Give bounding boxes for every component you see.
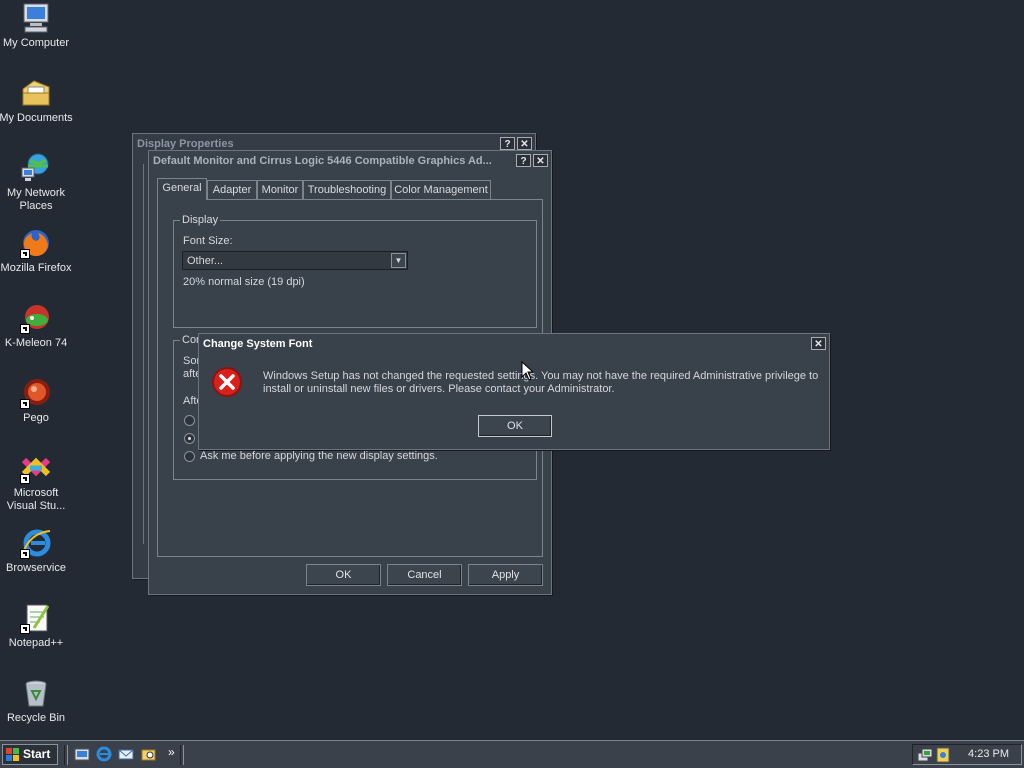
tab-troubleshooting[interactable]: Troubleshooting [303, 180, 391, 199]
radio-apply-without-restart[interactable] [184, 433, 195, 444]
font-size-value: Other... [187, 255, 224, 267]
error-icon [211, 366, 243, 398]
quicklaunch-desktop[interactable] [74, 746, 90, 762]
radio-ask-me-label: Ask me before applying the new display s… [200, 450, 438, 462]
mail-icon [118, 749, 134, 765]
tab-strip: General Adapter Monitor Troubleshooting … [157, 178, 547, 200]
mouse-cursor-icon [521, 360, 535, 381]
radio-ask-me[interactable] [184, 451, 195, 462]
radio-restart[interactable] [184, 415, 195, 426]
desktop-icon-recycle-bin[interactable]: Recycle Bin [0, 677, 74, 725]
desktop-icon-my-documents[interactable]: My Documents [0, 77, 74, 125]
computer-icon [20, 2, 52, 34]
display-group: Display Font Size: Other... ▼ 20% normal… [173, 214, 537, 328]
desktop-icon-label: My Documents [0, 112, 73, 124]
ok-button[interactable]: OK [306, 564, 381, 586]
desktop-icon-visual-studio[interactable]: Microsoft Visual Stu... [0, 452, 74, 513]
desktop-icon-pego[interactable]: Pego [0, 377, 74, 425]
desktop-icon-label: My Computer [2, 37, 70, 49]
apply-button[interactable]: Apply [468, 564, 543, 586]
display-group-title: Display [180, 214, 221, 226]
desktop-icon-k-meleon[interactable]: K-Meleon 74 [0, 302, 74, 350]
pego-icon [20, 377, 52, 409]
help-button[interactable]: ? [500, 137, 515, 150]
window-title: Change System Font [203, 338, 313, 350]
desktop-icon-browservice[interactable]: Browservice [0, 527, 74, 575]
start-button[interactable]: Start [2, 744, 58, 765]
search-folder-icon [141, 749, 157, 765]
visual-studio-icon [20, 452, 52, 484]
close-button[interactable]: ✕ [517, 137, 532, 150]
desktop-icon-label: Recycle Bin [6, 712, 66, 724]
window-title: Display Properties [137, 138, 234, 150]
error-message-line2: install or uninstall new files or driver… [263, 383, 615, 395]
font-size-label: Font Size: [183, 235, 233, 247]
monitor-dialog-titlebar[interactable]: Default Monitor and Cirrus Logic 5446 Co… [151, 153, 549, 171]
desktop-icon-my-network-places[interactable]: My Network Places [0, 152, 74, 213]
folder-icon [20, 77, 52, 109]
kmeleon-icon [20, 302, 52, 334]
desktop-icon-label: Mozilla Firefox [0, 262, 72, 274]
firefox-icon [20, 227, 52, 259]
ie-icon [96, 746, 112, 765]
close-icon: ✕ [536, 156, 545, 167]
window-title: Default Monitor and Cirrus Logic 5446 Co… [153, 155, 492, 167]
tab-general[interactable]: General [157, 178, 207, 200]
windows-logo-icon [6, 748, 19, 761]
desktop-icon-label: My Network Places [6, 187, 66, 212]
notepad-icon [20, 602, 52, 634]
ie-icon [20, 527, 52, 559]
quicklaunch-outlook[interactable] [118, 746, 134, 762]
taskbar: Start » 4:23 PM [0, 740, 1024, 768]
quicklaunch-ie[interactable] [96, 746, 112, 762]
desktop-icon-label: Notepad++ [8, 637, 64, 649]
question-icon: ? [504, 139, 511, 150]
dropdown-button[interactable]: ▼ [391, 253, 406, 268]
close-icon: ✕ [520, 139, 529, 150]
system-tray: 4:23 PM [912, 744, 1022, 765]
question-icon: ? [520, 156, 527, 167]
taskbar-separator [180, 745, 184, 765]
change-system-font-dialog[interactable]: Change System Font ✕ Windows Setup has n… [198, 333, 830, 450]
chevron-down-icon: ▼ [394, 256, 403, 265]
error-ok-button[interactable]: OK [478, 415, 552, 437]
recycle-bin-icon [20, 677, 52, 709]
network-icon [20, 152, 52, 184]
tray-security-icon[interactable] [935, 747, 951, 763]
desktop-icon-my-computer[interactable]: My Computer [0, 2, 74, 50]
tab-color-management[interactable]: Color Management [391, 180, 491, 199]
desktop-icon-label: Pego [23, 412, 49, 424]
desktop-icon-notepad-plus-plus[interactable]: Notepad++ [0, 602, 74, 650]
close-button[interactable]: ✕ [533, 154, 548, 167]
taskbar-separator [64, 745, 68, 765]
font-size-dropdown[interactable]: Other... ▼ [182, 251, 408, 270]
quicklaunch-overflow-icon[interactable]: » [168, 745, 175, 759]
clock[interactable]: 4:23 PM [968, 748, 1009, 760]
desktop-icon-label: Browservice [6, 562, 66, 574]
tray-network-icon[interactable] [917, 747, 933, 763]
desktop-icon-label: Microsoft Visual Stu... [6, 487, 66, 512]
help-button[interactable]: ? [516, 154, 531, 167]
error-dialog-titlebar[interactable]: Change System Font ✕ [201, 336, 827, 354]
tab-adapter[interactable]: Adapter [207, 180, 257, 199]
tab-monitor[interactable]: Monitor [257, 180, 303, 199]
close-icon: ✕ [814, 339, 823, 350]
show-desktop-icon [74, 748, 90, 765]
error-message-line1: Windows Setup has not changed the reques… [263, 370, 819, 382]
quicklaunch-explorer[interactable] [141, 746, 157, 762]
start-label: Start [23, 747, 51, 761]
font-size-note: 20% normal size (19 dpi) [183, 276, 305, 288]
desktop-icon-mozilla-firefox[interactable]: Mozilla Firefox [0, 227, 74, 275]
desktop-icon-label: K-Meleon 74 [4, 337, 68, 349]
close-button[interactable]: ✕ [811, 337, 826, 350]
cancel-button[interactable]: Cancel [387, 564, 462, 586]
